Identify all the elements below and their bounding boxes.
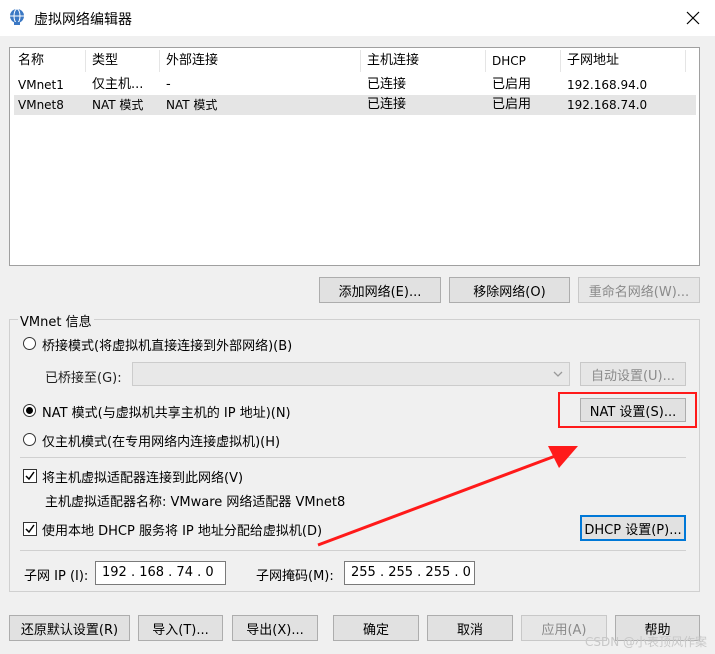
- column-header-dhcp[interactable]: DHCP: [486, 48, 560, 74]
- cell-name: VMnet8: [18, 98, 64, 112]
- close-icon: [686, 11, 699, 25]
- adapter-name-text: 主机虚拟适配器名称: VMware 网络适配器 VMnet8: [45, 495, 346, 510]
- checkmark-icon: [25, 471, 35, 481]
- connect-adapter-checkbox[interactable]: [23, 469, 37, 483]
- bridged-to-select[interactable]: [132, 362, 570, 386]
- bridged-mode-label[interactable]: 桥接模式(将虚拟机直接连接到外部网络)(B): [42, 335, 292, 354]
- network-list[interactable]: 名称 类型 外部连接 主机连接 DHCP 子网地址 VMnet1 仅主机... …: [9, 47, 700, 266]
- cell-subnet: 192.168.74.0: [567, 98, 648, 112]
- network-globe-icon: [10, 8, 24, 25]
- table-row[interactable]: VMnet1 仅主机... - 已连接 已启用 192.168.94.0: [14, 75, 696, 95]
- nat-mode-label[interactable]: NAT 模式(与虚拟机共享主机的 IP 地址)(N): [42, 402, 291, 421]
- cell-dhcp: 已启用: [492, 97, 532, 112]
- column-header-type[interactable]: 类型: [86, 48, 158, 74]
- vmnet-info-group: [9, 319, 700, 592]
- chevron-down-icon: [553, 371, 563, 377]
- table-row[interactable]: VMnet8 NAT 模式 NAT 模式 已连接 已启用 192.168.74.…: [14, 95, 696, 115]
- divider: [20, 457, 686, 458]
- dhcp-settings-button[interactable]: DHCP 设置(P)...: [580, 515, 686, 541]
- nat-mode-radio[interactable]: [23, 404, 36, 417]
- subnet-mask-label: 子网掩码(M):: [256, 569, 334, 584]
- cancel-button[interactable]: 取消: [427, 615, 513, 641]
- vmnet-info-legend: VMnet 信息: [18, 311, 94, 330]
- rename-network-button[interactable]: 重命名网络(W)...: [578, 277, 700, 303]
- cell-subnet: 192.168.94.0: [567, 78, 648, 92]
- cell-type: NAT 模式: [92, 98, 144, 112]
- cell-type: 仅主机...: [92, 77, 144, 92]
- restore-defaults-button[interactable]: 还原默认设置(R): [9, 615, 130, 641]
- annotation-highlight-box: [558, 392, 697, 428]
- column-header-host[interactable]: 主机连接: [361, 48, 485, 74]
- close-button[interactable]: [670, 0, 715, 36]
- add-network-button[interactable]: 添加网络(E)...: [319, 277, 441, 303]
- use-dhcp-checkbox[interactable]: [23, 522, 37, 536]
- bridged-mode-radio[interactable]: [23, 337, 36, 350]
- window-title: 虚拟网络编辑器: [34, 12, 132, 28]
- subnet-ip-label: 子网 IP (I):: [24, 569, 89, 584]
- cell-external: NAT 模式: [166, 98, 218, 112]
- host-only-mode-label[interactable]: 仅主机模式(在专用网络内连接虚拟机)(H): [42, 431, 280, 450]
- host-only-mode-radio[interactable]: [23, 433, 36, 446]
- subnet-mask-field[interactable]: 255 . 255 . 255 . 0: [344, 561, 475, 585]
- cell-dhcp: 已启用: [492, 77, 532, 92]
- divider: [20, 550, 686, 551]
- bridged-to-label: 已桥接至(G):: [45, 371, 122, 386]
- watermark-text: CSDN @小表顶风作案: [584, 635, 707, 649]
- ok-button[interactable]: 确定: [333, 615, 419, 641]
- column-header-name[interactable]: 名称: [12, 48, 84, 74]
- checkmark-icon: [25, 524, 35, 534]
- export-button[interactable]: 导出(X)...: [232, 615, 318, 641]
- subnet-ip-field[interactable]: 192 . 168 . 74 . 0: [95, 561, 226, 585]
- use-dhcp-label[interactable]: 使用本地 DHCP 服务将 IP 地址分配给虚拟机(D): [42, 520, 322, 539]
- cell-host: 已连接: [367, 77, 407, 92]
- cell-host: 已连接: [367, 97, 407, 112]
- column-header-external[interactable]: 外部连接: [160, 48, 360, 74]
- remove-network-button[interactable]: 移除网络(O): [449, 277, 570, 303]
- cell-name: VMnet1: [18, 78, 64, 92]
- cell-external: -: [166, 77, 171, 92]
- connect-adapter-label[interactable]: 将主机虚拟适配器连接到此网络(V): [42, 467, 243, 486]
- column-header-subnet[interactable]: 子网地址: [561, 48, 685, 74]
- import-button[interactable]: 导入(T)...: [138, 615, 223, 641]
- auto-settings-button[interactable]: 自动设置(U)...: [580, 362, 686, 386]
